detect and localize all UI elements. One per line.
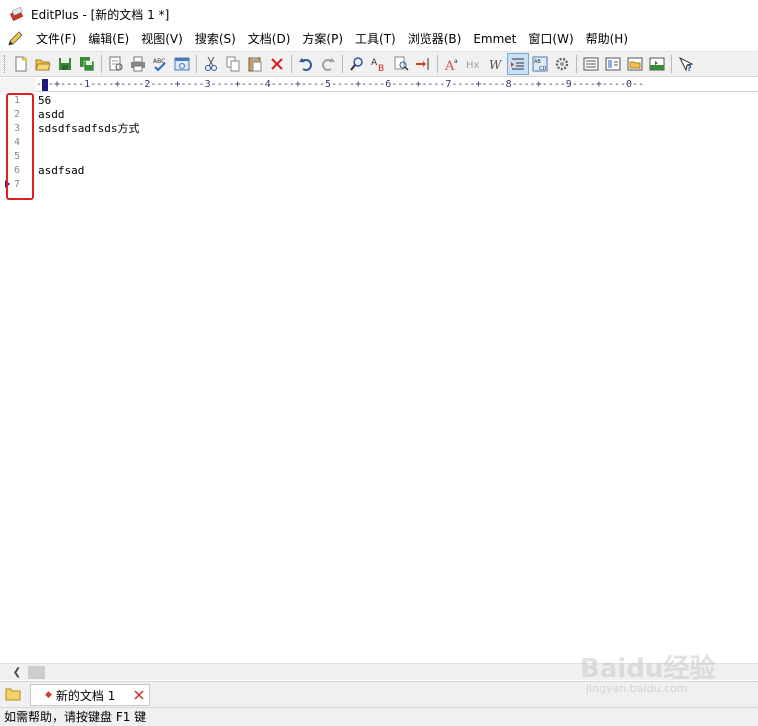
find-in-files-icon[interactable] [390,53,412,75]
menu-browser[interactable]: 浏览器(B) [402,29,468,49]
new-file-icon[interactable] [10,53,32,75]
copy-icon[interactable] [222,53,244,75]
scrollbar-thumb[interactable] [28,666,45,679]
save-icon[interactable] [54,53,76,75]
ruler-gutter [0,78,36,92]
spellcheck-icon[interactable]: ABC [149,53,171,75]
toolbar-separator [437,55,438,73]
svg-text:B: B [378,64,384,72]
svg-text:AB: AB [534,59,541,65]
settings-gear-icon[interactable] [551,53,573,75]
menu-file[interactable]: 文件(F) [30,29,82,49]
ruler-cursor-marker [42,79,48,91]
undo-icon[interactable] [295,53,317,75]
svg-text:A: A [371,58,378,68]
toolbar-separator [342,55,343,73]
svg-text:a: a [454,58,458,65]
save-all-icon[interactable] [76,53,98,75]
find-icon[interactable] [346,53,368,75]
output-window-icon[interactable] [646,53,668,75]
horizontal-scrollbar[interactable]: ❮ [0,663,758,680]
pen-icon [8,31,23,46]
print-icon[interactable] [127,53,149,75]
menu-view[interactable]: 视图(V) [135,29,189,49]
toolbar-separator [196,55,197,73]
html-toolbar-icon[interactable] [580,53,602,75]
modified-diamond-icon: ◆ [45,690,52,700]
editplus-app-icon [9,6,24,22]
menu-bar: 文件(F) 编辑(E) 视图(V) 搜索(S) 文档(D) 方案(P) 工具(T… [0,28,758,50]
document-tab-bar: ◆ 新的文档 1 [0,681,758,707]
tab-label: 新的文档 1 [55,688,116,703]
help-icon[interactable]: ? [675,53,697,75]
ruler-scale: ---+----1----+----2----+----3----+----4-… [36,79,645,90]
word-wrap-icon[interactable]: W [485,53,507,75]
menu-document[interactable]: 文档(D) [242,29,297,49]
delete-icon[interactable] [266,53,288,75]
menu-tools[interactable]: 工具(T) [349,29,402,49]
font-icon[interactable]: Aa [441,53,463,75]
column-select-icon[interactable]: AB CD [529,53,551,75]
open-folder-icon[interactable] [32,53,54,75]
toolbar-separator [576,55,577,73]
window-title: EditPlus - [新的文档 1 *] [31,7,170,22]
folder-icon[interactable] [5,686,21,702]
menu-project[interactable]: 方案(P) [296,29,349,49]
paste-icon[interactable] [244,53,266,75]
cliptext-icon[interactable] [602,53,624,75]
svg-text:W: W [489,58,503,72]
ruler: ---+----1----+----2----+----3----+----4-… [0,78,758,92]
code-line[interactable]: asdd [38,108,65,122]
browser-preview-icon[interactable] [171,53,193,75]
toolbar-separator [291,55,292,73]
menu-search[interactable]: 搜索(S) [189,29,242,49]
status-text: 如需帮助，请按键盘 F1 键 [4,710,147,724]
goto-line-icon[interactable] [412,53,434,75]
cut-icon[interactable] [200,53,222,75]
svg-text:Hx: Hx [466,60,480,71]
menu-edit[interactable]: 编辑(E) [82,29,135,49]
editor-area[interactable]: 1 2 3 4 5 6 7 56 asdd sdsdfsadfsds方式 asd… [0,93,758,663]
menu-window[interactable]: 窗口(W) [522,29,579,49]
menu-emmet[interactable]: Emmet [467,29,522,49]
code-line[interactable]: asdfsad [38,164,84,178]
tab-document-1[interactable]: ◆ 新的文档 1 [30,684,150,706]
code-line[interactable]: sdsdfsadfsds方式 [38,122,139,136]
close-tab-icon[interactable] [133,689,145,701]
toolbar-separator [101,55,102,73]
replace-icon[interactable]: AB [368,53,390,75]
svg-text:?: ? [687,64,692,72]
title-bar: EditPlus - [新的文档 1 *] [0,0,758,28]
directory-icon[interactable] [624,53,646,75]
line-number-highlight-box [6,93,34,200]
toolbar-grip[interactable] [4,55,7,73]
status-bar: 如需帮助，请按键盘 F1 键 [0,707,758,726]
scroll-left-arrow-icon[interactable]: ❮ [10,666,24,679]
toolbar-separator [671,55,672,73]
code-line[interactable]: 56 [38,94,51,108]
menu-help[interactable]: 帮助(H) [580,29,634,49]
indent-icon[interactable] [507,53,529,75]
hx-icon[interactable]: Hx [463,53,485,75]
svg-text:CD: CD [539,66,546,72]
redo-icon[interactable] [317,53,339,75]
toolbar: ABC AB Aa Hx W AB CD ? [0,51,758,77]
print-preview-icon[interactable] [105,53,127,75]
